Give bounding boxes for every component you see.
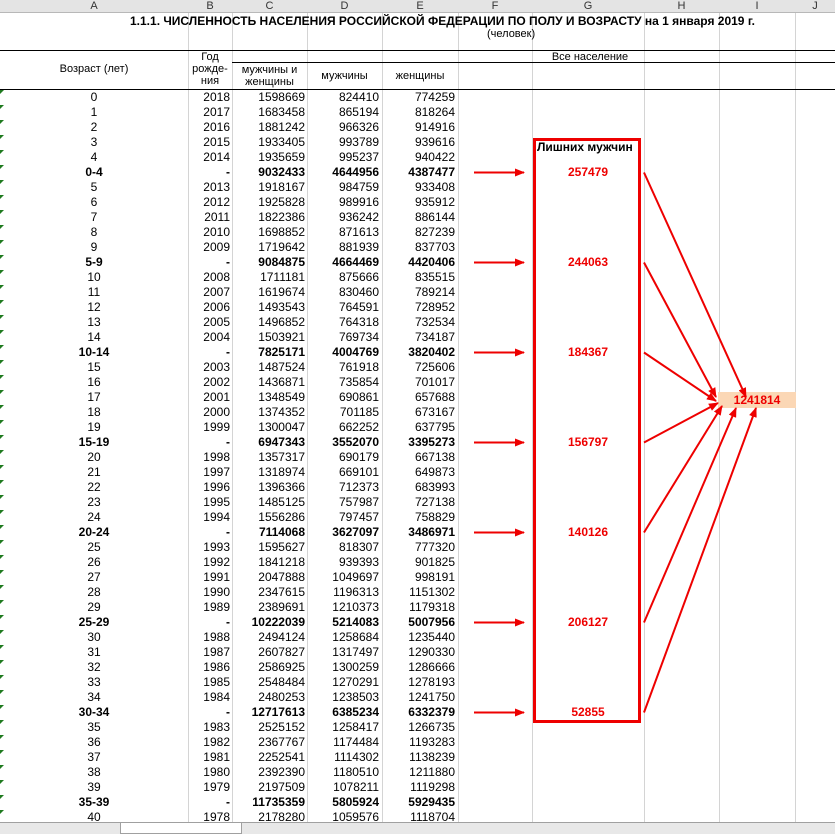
column-header-f[interactable]: F	[458, 0, 532, 12]
sheet-tab[interactable]	[120, 823, 242, 834]
column-header-d[interactable]: D	[307, 0, 382, 12]
arrows-layer	[474, 168, 757, 717]
spreadsheet-grid[interactable]: 1.1.1. ЧИСЛЕННОСТЬ НАСЕЛЕНИЯ РОССИЙСКОЙ …	[0, 13, 835, 822]
column-header-g[interactable]: G	[532, 0, 644, 12]
column-header-a[interactable]: A	[0, 0, 188, 12]
sheet-tab-bar	[0, 822, 835, 834]
column-header-bar: A B C D E F G H I J	[0, 0, 835, 13]
column-header-h[interactable]: H	[644, 0, 719, 12]
sum-arrow	[643, 407, 757, 713]
column-header-j[interactable]: J	[795, 0, 835, 12]
column-header-e[interactable]: E	[382, 0, 458, 12]
column-header-c[interactable]: C	[232, 0, 307, 12]
column-header-i[interactable]: I	[719, 0, 795, 12]
sum-arrow	[643, 402, 719, 444]
column-header-b[interactable]: B	[188, 0, 232, 12]
